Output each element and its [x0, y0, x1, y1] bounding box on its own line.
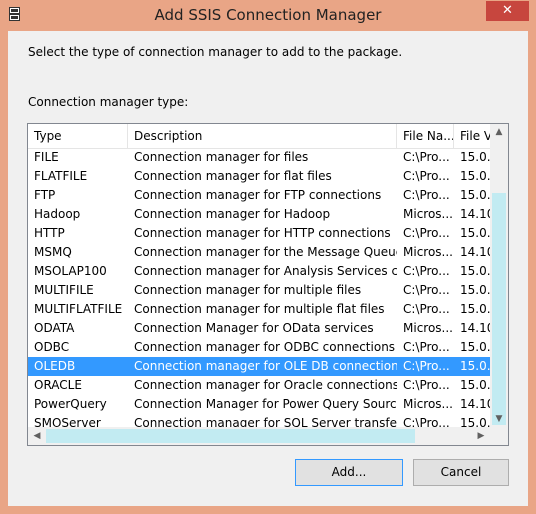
table-row[interactable]: ORACLE Connection manager for Oracle conn… — [28, 376, 490, 395]
row-type: MULTIFLATFILE — [34, 302, 123, 316]
window-title: Add SSIS Connection Manager — [154, 6, 382, 24]
row-file-name: C:\Pro... — [403, 359, 450, 373]
row-file-name: C:\Pro... — [403, 340, 450, 354]
row-type: HTTP — [34, 226, 65, 240]
row-file-version: 15.0.1 — [460, 150, 490, 164]
row-file-version: 15.0.1 — [460, 283, 490, 297]
row-description: Connection manager for OLE DB connection… — [134, 359, 397, 373]
row-file-version: 14.10 — [460, 321, 490, 335]
row-description: Connection manager for multiple files — [134, 283, 362, 297]
table-row[interactable]: PowerQuery Connection Manager for Power Q… — [28, 395, 490, 414]
close-button[interactable]: ✕ — [486, 1, 529, 21]
row-type: OLEDB — [34, 359, 76, 373]
scroll-right-icon[interactable]: ▶ — [472, 428, 490, 444]
row-file-name: C:\Pro... — [403, 226, 450, 240]
scroll-up-icon[interactable]: ▲ — [490, 124, 508, 140]
table-row[interactable]: MSMQ Connection manager for the Message Q… — [28, 243, 490, 262]
row-description: Connection manager for FTP connections — [134, 188, 382, 202]
table-row[interactable]: MULTIFILE Connection manager for multiple… — [28, 281, 490, 300]
horizontal-scroll-thumb[interactable] — [46, 429, 415, 443]
column-header-description[interactable]: Description — [128, 124, 397, 148]
row-type: FILE — [34, 150, 59, 164]
row-description: Connection manager for ODBC connections — [134, 340, 396, 354]
row-file-name: Micros... — [403, 207, 453, 221]
row-description: Connection Manager for Power Query Sourc… — [134, 397, 397, 411]
cancel-button[interactable]: Cancel — [413, 459, 509, 486]
table-row[interactable]: FTP Connection manager for FTP connection… — [28, 186, 490, 205]
dialog-body: Select the type of connection manager to… — [8, 31, 528, 506]
row-file-version: 14.10 — [460, 207, 490, 221]
table-row[interactable]: MSOLAP100 Connection manager for Analysis… — [28, 262, 490, 281]
row-file-name: Micros... — [403, 321, 453, 335]
row-type: FTP — [34, 188, 56, 202]
table-row[interactable]: Hadoop Connection manager for Hadoop Micro… — [28, 205, 490, 224]
connection-type-label: Connection manager type: — [28, 95, 189, 109]
row-description: Connection manager for Hadoop — [134, 207, 331, 221]
scroll-down-icon[interactable]: ▼ — [490, 411, 508, 427]
row-type: ODATA — [34, 321, 75, 335]
column-header-file-version[interactable]: File V — [454, 124, 490, 148]
row-type: MSOLAP100 — [34, 264, 107, 278]
table-row[interactable]: OLEDB Connection manager for OLE DB conne… — [28, 357, 490, 376]
connection-type-list[interactable]: Type Description File Na... File V FILE C… — [27, 123, 509, 446]
row-description: Connection manager for the Message Queue… — [134, 245, 397, 259]
row-file-version: 15.0.1 — [460, 264, 490, 278]
table-row[interactable]: FILE Connection manager for files C:\Pro..… — [28, 148, 490, 167]
list-header: Type Description File Na... File V — [28, 124, 490, 149]
title-bar[interactable]: Add SSIS Connection Manager ✕ — [0, 0, 536, 31]
row-description: Connection manager for Analysis Services… — [134, 264, 397, 278]
table-row[interactable]: FLATFILE Connection manager for flat file… — [28, 167, 490, 186]
row-file-version: 14.10 — [460, 397, 490, 411]
column-header-file-name[interactable]: File Na... — [397, 124, 454, 148]
vertical-scrollbar[interactable]: ▲ ▼ — [490, 124, 508, 427]
row-file-name: C:\Pro... — [403, 264, 450, 278]
table-row[interactable]: ODBC Connection manager for ODBC connecti… — [28, 338, 490, 357]
row-file-name: Micros... — [403, 397, 453, 411]
row-file-name: C:\Pro... — [403, 378, 450, 392]
row-type: Hadoop — [34, 207, 81, 221]
dialog-window: Add SSIS Connection Manager ✕ Select the… — [0, 0, 536, 514]
row-description: Connection manager for HTTP connections — [134, 226, 391, 240]
close-icon: ✕ — [502, 3, 513, 18]
row-file-name: C:\Pro... — [403, 188, 450, 202]
row-description: Connection manager for flat files — [134, 169, 332, 183]
horizontal-scrollbar[interactable]: ◀ ▶ — [28, 427, 508, 445]
cancel-button-label: Cancel — [440, 465, 482, 479]
row-file-name: C:\Pro... — [403, 302, 450, 316]
table-row[interactable]: ODATA Connection Manager for OData servic… — [28, 319, 490, 338]
column-header-type[interactable]: Type — [28, 124, 128, 148]
row-file-version: 15.0.1 — [460, 169, 490, 183]
row-description: Connection Manager for OData services — [134, 321, 374, 335]
add-button[interactable]: Add... — [295, 459, 403, 486]
row-file-name: C:\Pro... — [403, 283, 450, 297]
row-file-version: 15.0.1 — [460, 340, 490, 354]
row-file-name: C:\Pro... — [403, 150, 450, 164]
row-description: Connection manager for multiple flat fil… — [134, 302, 385, 316]
row-file-version: 14.10 — [460, 245, 490, 259]
table-row[interactable]: HTTP Connection manager for HTTP connecti… — [28, 224, 490, 243]
row-file-name: Micros... — [403, 245, 453, 259]
row-description: Connection manager for files — [134, 150, 309, 164]
row-type: ODBC — [34, 340, 70, 354]
row-file-version: 15.0.1 — [460, 378, 490, 392]
row-description: Connection manager for Oracle connection… — [134, 378, 397, 392]
row-file-name: C:\Pro... — [403, 169, 450, 183]
row-file-version: 15.0.1 — [460, 359, 490, 373]
vertical-scroll-thumb[interactable] — [492, 193, 506, 425]
table-row[interactable]: MULTIFLATFILE Connection manager for mult… — [28, 300, 490, 319]
row-type: MULTIFILE — [34, 283, 94, 297]
row-type: PowerQuery — [34, 397, 107, 411]
add-button-label: Add... — [331, 465, 367, 479]
row-type: FLATFILE — [34, 169, 88, 183]
row-file-version: 15.0.1 — [460, 188, 490, 202]
row-file-version: 15.0.1 — [460, 226, 490, 240]
row-type: MSMQ — [34, 245, 72, 259]
row-file-version: 15.0.1 — [460, 302, 490, 316]
scroll-left-icon[interactable]: ◀ — [28, 428, 46, 444]
row-type: ORACLE — [34, 378, 82, 392]
instruction-text: Select the type of connection manager to… — [28, 45, 403, 59]
